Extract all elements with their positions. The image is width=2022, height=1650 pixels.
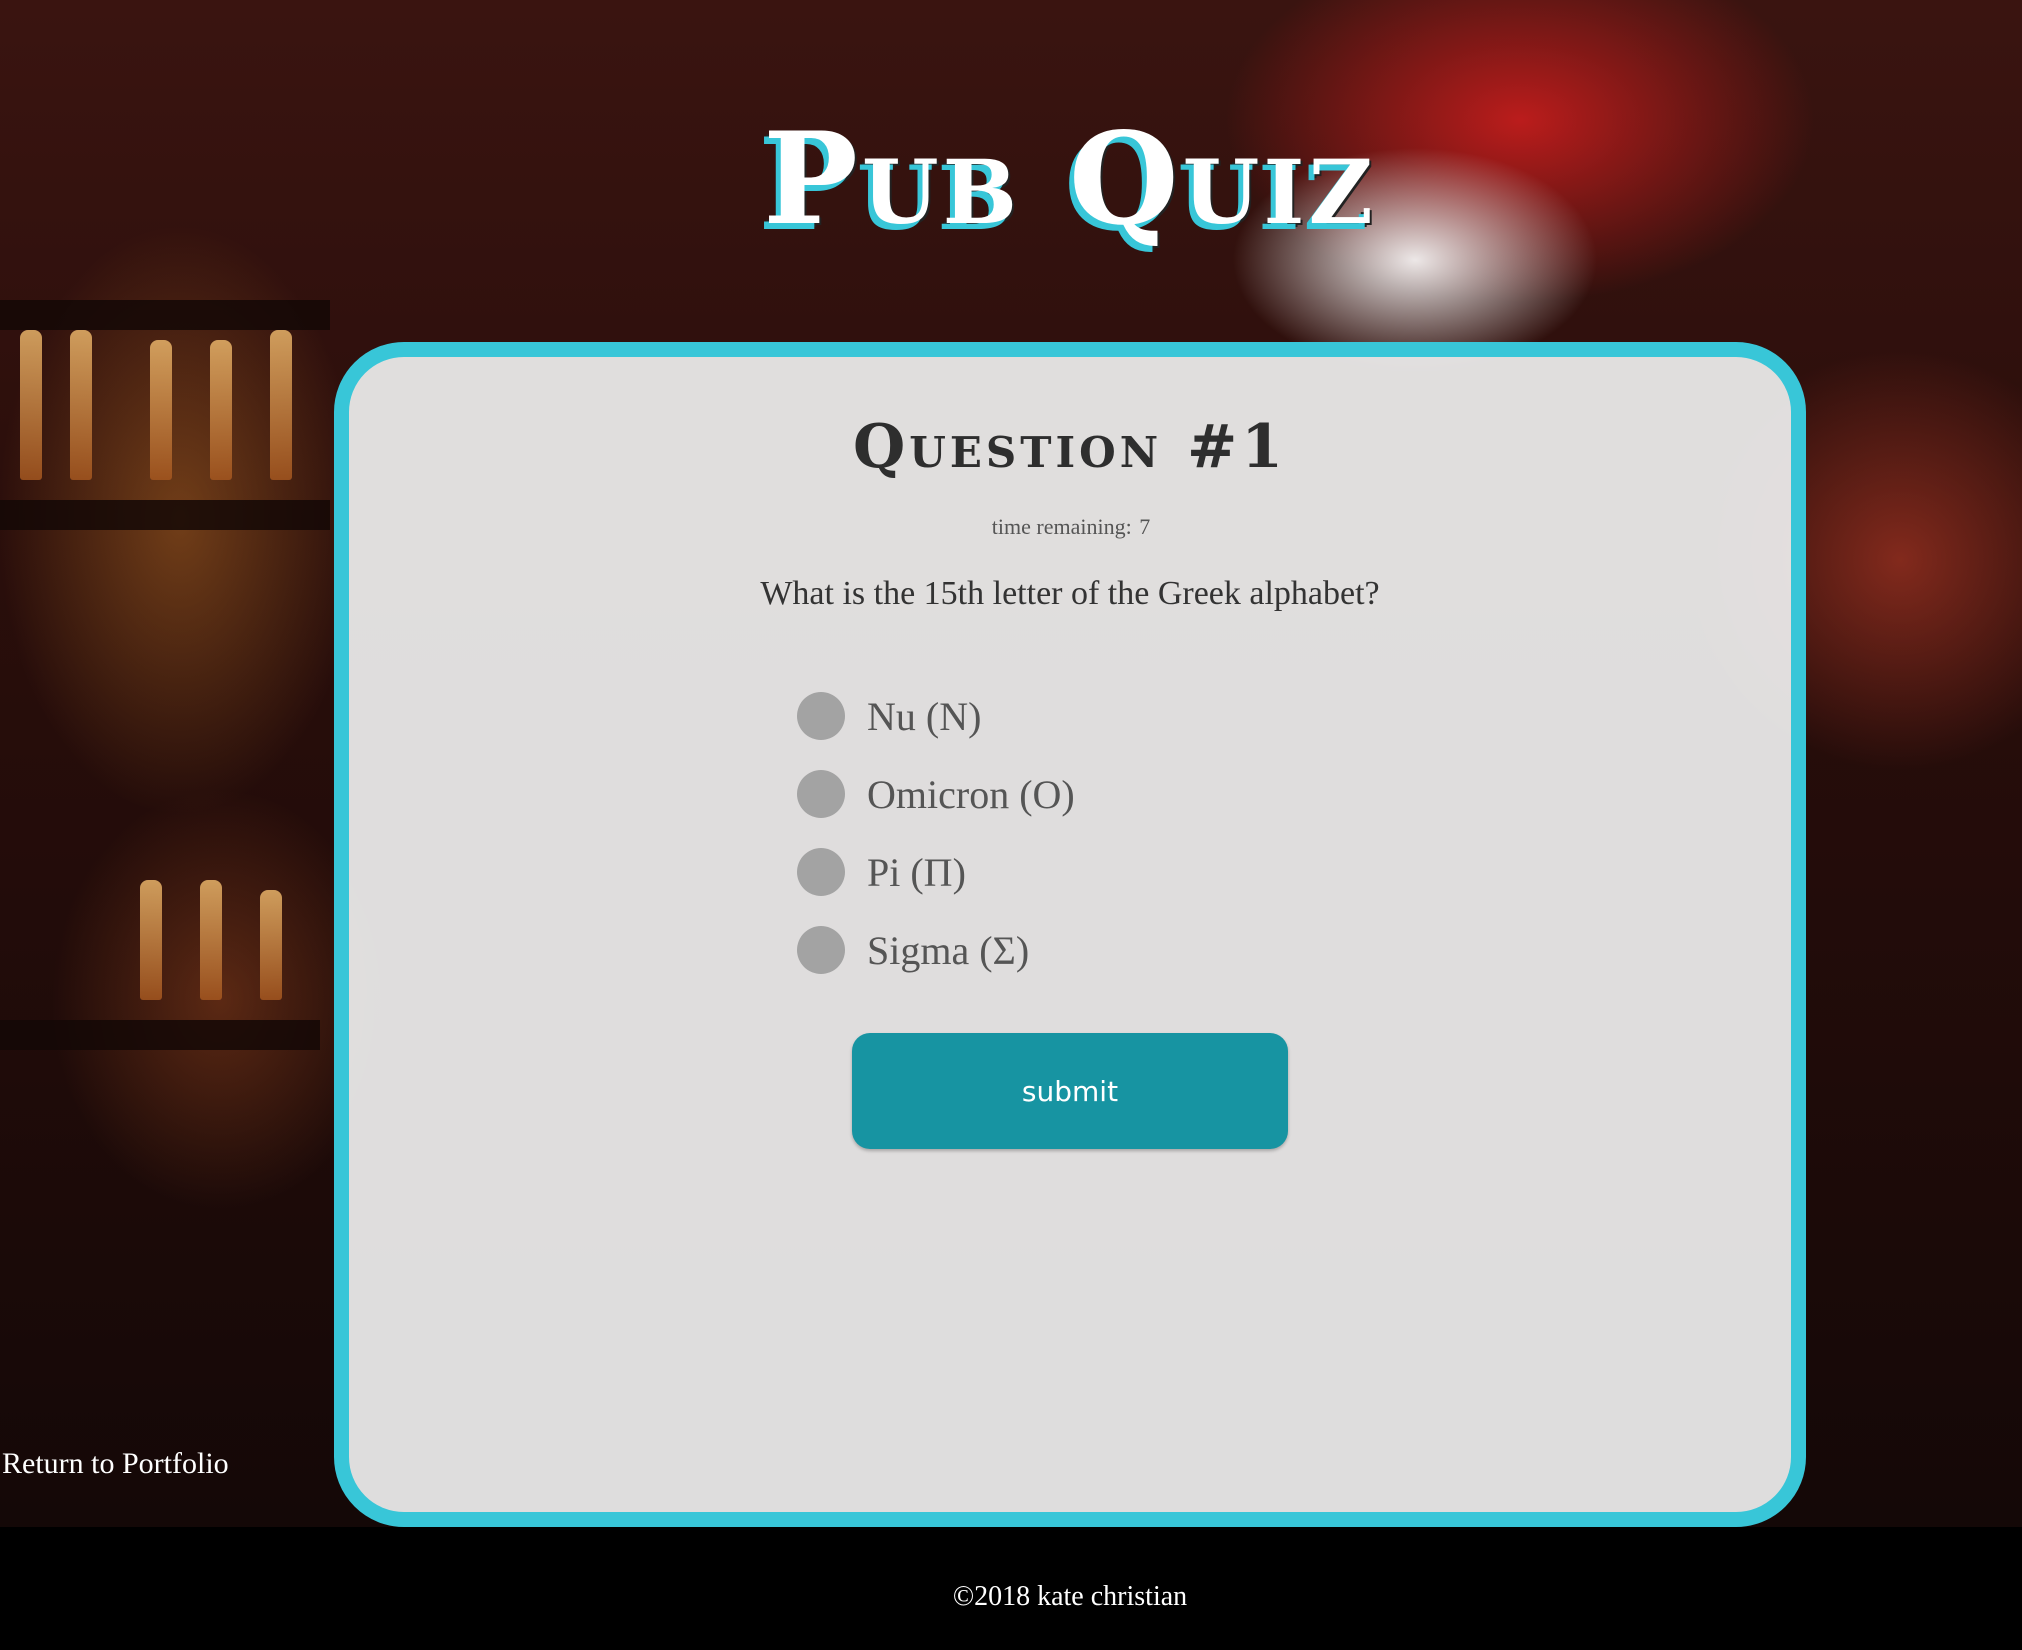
answer-options: Nu (Ν) Omicron (Ο) Pi (Π) Sigma (Σ) <box>797 677 1397 989</box>
submit-button[interactable]: submit <box>852 1033 1288 1149</box>
radio-button[interactable] <box>797 770 845 818</box>
question-text: What is the 15th letter of the Greek alp… <box>760 575 1380 612</box>
timer-value: 7 <box>1139 514 1151 539</box>
bottle <box>200 880 222 1000</box>
shelf <box>0 300 330 330</box>
return-to-portfolio-link[interactable]: Return to Portfolio <box>2 1447 229 1481</box>
bottle <box>210 340 232 480</box>
shelf <box>0 1020 320 1050</box>
answer-label: Nu (Ν) <box>867 693 982 739</box>
quiz-card: Question #1 time remaining: 7 What is th… <box>334 342 1806 1527</box>
timer-label: time remaining: <box>991 514 1132 539</box>
answer-option[interactable]: Sigma (Σ) <box>797 911 1397 989</box>
answer-option[interactable]: Pi (Π) <box>797 833 1397 911</box>
answer-option[interactable]: Omicron (Ο) <box>797 755 1397 833</box>
shelf <box>0 500 330 530</box>
answer-label: Pi (Π) <box>867 849 966 895</box>
answer-label: Sigma (Σ) <box>867 927 1030 973</box>
bottle <box>140 880 162 1000</box>
bottle <box>150 340 172 480</box>
bottle <box>70 330 92 480</box>
bottle <box>260 890 282 1000</box>
bottle <box>270 330 292 480</box>
timer: time remaining: 7 <box>349 514 1791 540</box>
footer: ©2018 kate christian <box>0 1527 2022 1650</box>
answer-option[interactable]: Nu (Ν) <box>797 677 1397 755</box>
copyright-text: ©2018 kate christian <box>952 1581 1188 1612</box>
page-title: Pub Quiz <box>763 105 1377 253</box>
radio-button[interactable] <box>797 926 845 974</box>
radio-button[interactable] <box>797 692 845 740</box>
answer-label: Omicron (Ο) <box>867 771 1075 817</box>
radio-button[interactable] <box>797 848 845 896</box>
bottle <box>20 330 42 480</box>
question-title: Question #1 <box>852 412 1288 482</box>
